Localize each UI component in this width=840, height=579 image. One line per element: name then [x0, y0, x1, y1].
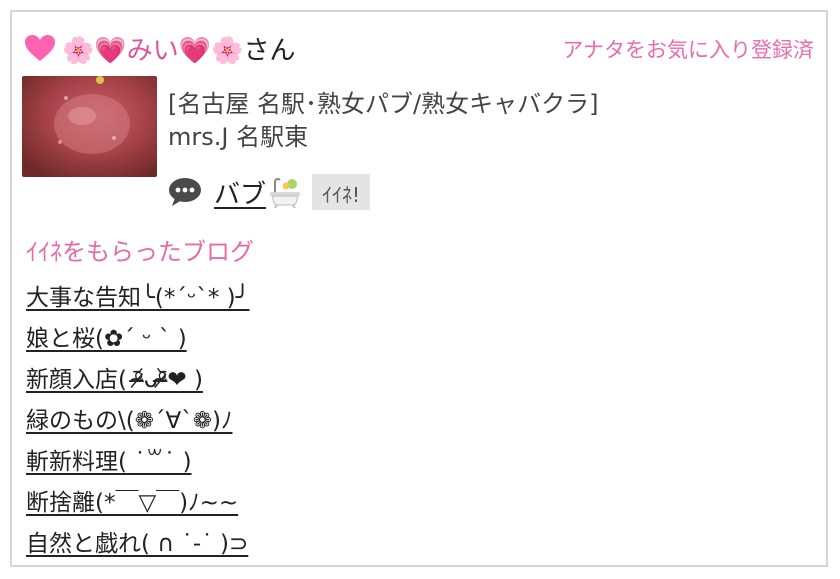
blog-link[interactable]: 娘と桜(✿ˊ ᵕ ˋ )	[26, 326, 187, 352]
liked-blogs-list: 大事な告知╰(*ˊᵕˋ* )╯ 娘と桜(✿ˊ ᵕ ˋ ) 新顔入店( ᵒ̴̶̷᷄…	[26, 278, 249, 565]
list-item: 大事な告知╰(*ˊᵕˋ* )╯	[26, 278, 249, 319]
shop-info: [名古屋 名駅･熟女パブ/熟女キャバクラ] mrs.J 名駅東	[168, 88, 598, 154]
post-thumbnail[interactable]	[22, 76, 157, 177]
blog-link[interactable]: 斬新料理( ˙꒳˙ )	[26, 449, 192, 475]
username-prefix-emoji: 🌸💗	[62, 36, 127, 66]
list-item: 緑のもの\(❁´∀`❁)ﾉ	[26, 401, 249, 442]
post-row: バブ ｲｲﾈ!	[168, 172, 371, 212]
username[interactable]: 🌸💗みい💗🌸さん	[62, 30, 296, 67]
shop-category: [名古屋 名駅･熟女パブ/熟女キャバクラ]	[168, 90, 599, 118]
list-item: 斬新料理( ˙꒳˙ )	[26, 442, 249, 483]
username-honorific: さん	[243, 36, 296, 66]
username-suffix-emoji: 💗🌸	[178, 36, 244, 66]
post-title-link[interactable]: バブ	[214, 174, 266, 211]
blog-link[interactable]: 緑のもの\(❁´∀`❁)ﾉ	[26, 408, 232, 434]
bathtub-icon	[270, 177, 301, 208]
username-name: みい	[126, 36, 179, 66]
favorite-status: アナタをお気に入り登録済	[562, 38, 814, 62]
blog-link[interactable]: 自然と戯れ( ∩ ˙-˙ )⊃	[26, 531, 248, 557]
shop-name[interactable]: mrs.J 名駅東	[168, 121, 598, 154]
list-item: 断捨離(*￣▽￣)ﾉ~~	[26, 483, 249, 524]
blog-link[interactable]: 断捨離(*￣▽￣)ﾉ~~	[26, 490, 238, 516]
list-item: 自然と戯れ( ∩ ˙-˙ )⊃	[26, 524, 249, 565]
list-item: 新顔入店( ᵒ̴̶̷᷄ᴗᵒ̴̶̷᷅❤ )	[26, 360, 249, 401]
liked-blogs-heading: ｲｲﾈをもらったブログ	[26, 238, 254, 266]
blog-link[interactable]: 新顔入店( ᵒ̴̶̷᷄ᴗᵒ̴̶̷᷅❤ )	[26, 367, 203, 393]
heart-icon	[25, 35, 55, 61]
speech-bubble-icon	[169, 178, 201, 206]
card-header: 🌸💗みい💗🌸さん アナタをお気に入り登録済	[24, 24, 814, 67]
like-button[interactable]: ｲｲﾈ!	[312, 174, 371, 210]
profile-card: 🌸💗みい💗🌸さん アナタをお気に入り登録済 [名古屋 名駅･熟女パブ/熟女キャバ…	[10, 10, 828, 567]
list-item: 娘と桜(✿ˊ ᵕ ˋ )	[26, 319, 249, 360]
blog-link[interactable]: 大事な告知╰(*ˊᵕˋ* )╯	[26, 285, 249, 311]
